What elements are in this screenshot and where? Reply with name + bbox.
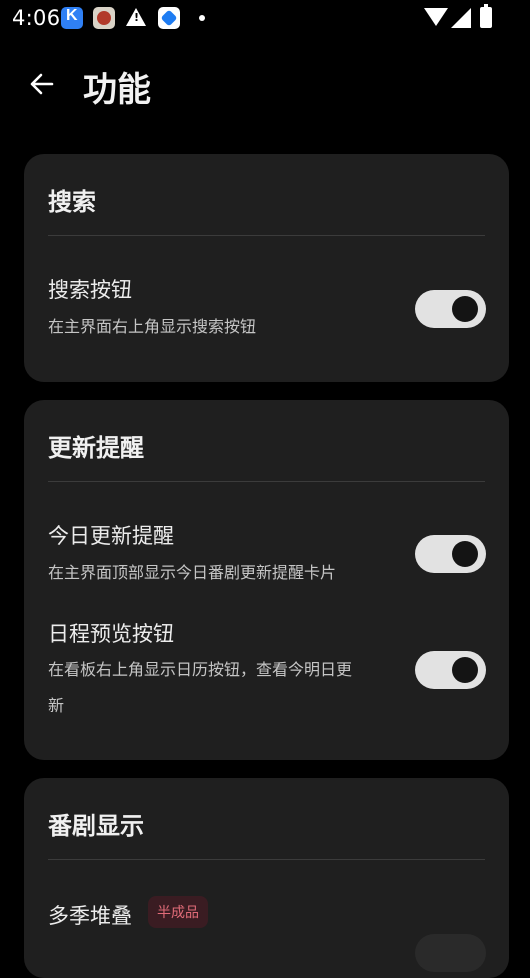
- multi-season-toggle[interactable]: [415, 934, 486, 972]
- back-button[interactable]: [24, 66, 60, 102]
- setting-description: 在主界面右上角显示搜索按钮: [48, 317, 257, 336]
- setting-description: 在看板右上角显示日历按钮，查看今明日更: [48, 660, 353, 679]
- divider: [48, 235, 485, 236]
- toggle-knob: [452, 296, 478, 322]
- status-bar: 4:06: [0, 0, 530, 36]
- app-k-icon: [61, 7, 83, 29]
- display-card: 番剧显示 多季堆叠 半成品: [24, 778, 509, 978]
- divider: [48, 481, 485, 482]
- app-blue-icon: [158, 7, 180, 29]
- page-title: 功能: [83, 70, 151, 110]
- warning-icon: [126, 8, 146, 26]
- setting-description: 在主界面顶部显示今日番剧更新提醒卡片: [48, 563, 337, 582]
- setting-title: 多季堆叠: [48, 904, 132, 928]
- reminder-card: 更新提醒 今日更新提醒 在主界面顶部显示今日番剧更新提醒卡片 日程预览按钮 在看…: [24, 400, 509, 760]
- today-update-toggle[interactable]: [415, 535, 486, 573]
- signal-icon: [451, 8, 471, 28]
- schedule-preview-toggle[interactable]: [415, 651, 486, 689]
- card-title: 更新提醒: [48, 434, 144, 462]
- app-red-icon: [93, 7, 115, 29]
- arrow-left-icon: [30, 73, 54, 95]
- app-bar: 功能: [0, 54, 530, 114]
- search-card: 搜索 搜索按钮 在主界面右上角显示搜索按钮: [24, 154, 509, 382]
- setting-title: 搜索按钮: [48, 278, 132, 302]
- card-title: 搜索: [48, 188, 96, 216]
- status-badge: 半成品: [148, 896, 208, 928]
- toggle-knob: [452, 657, 478, 683]
- battery-icon: [480, 4, 492, 28]
- setting-description-cont: 新: [48, 696, 65, 715]
- card-title: 番剧显示: [48, 812, 144, 840]
- dot-icon: [199, 15, 205, 21]
- setting-title: 日程预览按钮: [48, 622, 174, 646]
- status-time: 4:06: [12, 6, 61, 30]
- setting-title: 今日更新提醒: [48, 524, 174, 548]
- toggle-knob: [452, 541, 478, 567]
- divider: [48, 859, 485, 860]
- wifi-icon: [424, 8, 448, 26]
- search-button-toggle[interactable]: [415, 290, 486, 328]
